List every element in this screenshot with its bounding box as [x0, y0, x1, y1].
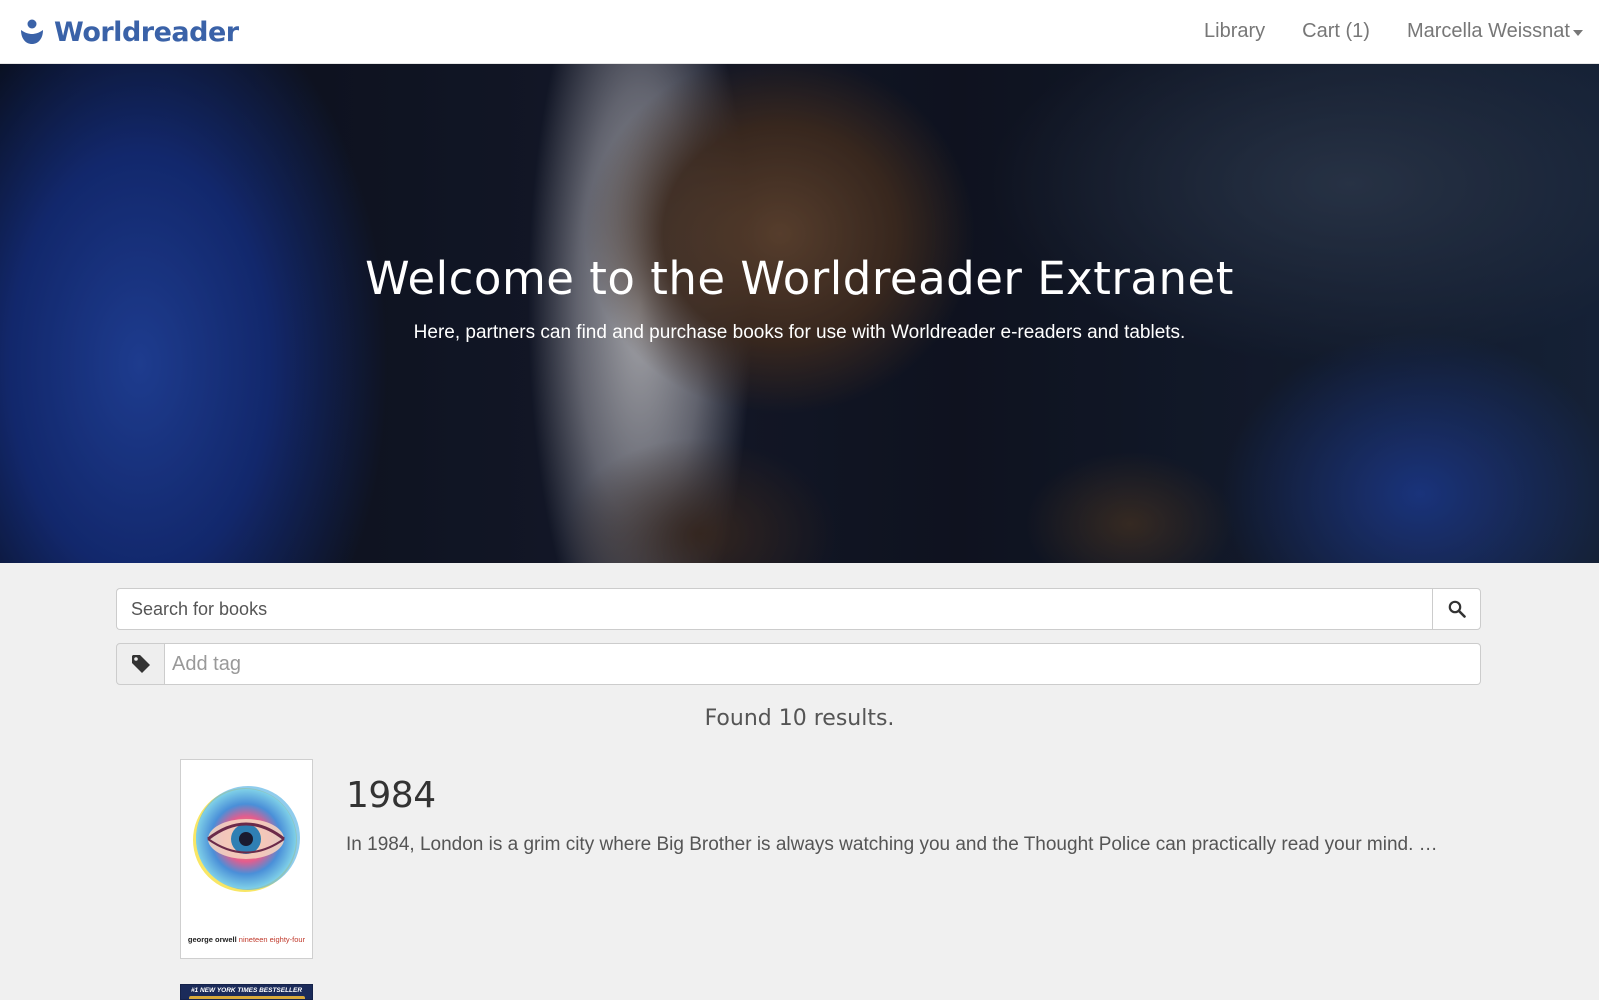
caret-down-icon	[1573, 29, 1583, 36]
nav-links: Library Cart (1) Marcella Weissnat	[1167, 0, 1583, 63]
hero-subtitle: Here, partners can find and purchase boo…	[413, 322, 1186, 343]
tag-icon	[131, 655, 150, 673]
cover-title: nineteen eighty-four	[238, 935, 306, 944]
user-name: Marcella Weissnat	[1406, 20, 1570, 42]
hero-image-overlay	[0, 64, 1599, 563]
book-cover[interactable]: george orwell nineteen eighty-four	[180, 759, 313, 959]
book-description: In 1984, London is a grim city where Big…	[346, 834, 1438, 855]
reader-logo-icon	[21, 19, 43, 44]
cover-badge: #1 NEW YORK TIMES BESTSELLER	[190, 987, 303, 994]
hero-banner: Welcome to the Worldreader Extranet Here…	[0, 64, 1599, 563]
hero-title: Welcome to the Worldreader Extranet	[365, 252, 1234, 305]
cover-title-art	[189, 996, 305, 999]
search-button[interactable]	[1432, 588, 1481, 630]
tag-filter	[116, 643, 1481, 685]
tag-addon	[116, 643, 165, 685]
nav-cart-link[interactable]: Cart (1)	[1302, 20, 1370, 43]
book-cover[interactable]: #1 NEW YORK TIMES BESTSELLER	[180, 984, 313, 1000]
search-bar	[116, 588, 1481, 630]
tag-input[interactable]	[165, 643, 1481, 685]
eye-cover-art	[193, 786, 300, 892]
search-input[interactable]	[116, 588, 1432, 630]
search-icon	[1448, 600, 1466, 618]
book-title-link[interactable]: 1984	[346, 775, 436, 816]
nav-library-link[interactable]: Library	[1204, 20, 1265, 43]
book-list-item: george orwell nineteen eighty-four 1984 …	[180, 759, 1480, 959]
user-menu-dropdown[interactable]: Marcella Weissnat	[1407, 20, 1583, 43]
results-count: Found 10 results.	[704, 706, 895, 731]
top-navbar: Worldreader Library Cart (1) Marcella We…	[0, 0, 1599, 64]
cover-caption: george orwell nineteen eighty-four	[181, 935, 312, 944]
brand-logo-link[interactable]: Worldreader	[20, 14, 239, 50]
brand-name: Worldreader	[54, 16, 239, 48]
cover-author: george orwell	[187, 935, 237, 944]
